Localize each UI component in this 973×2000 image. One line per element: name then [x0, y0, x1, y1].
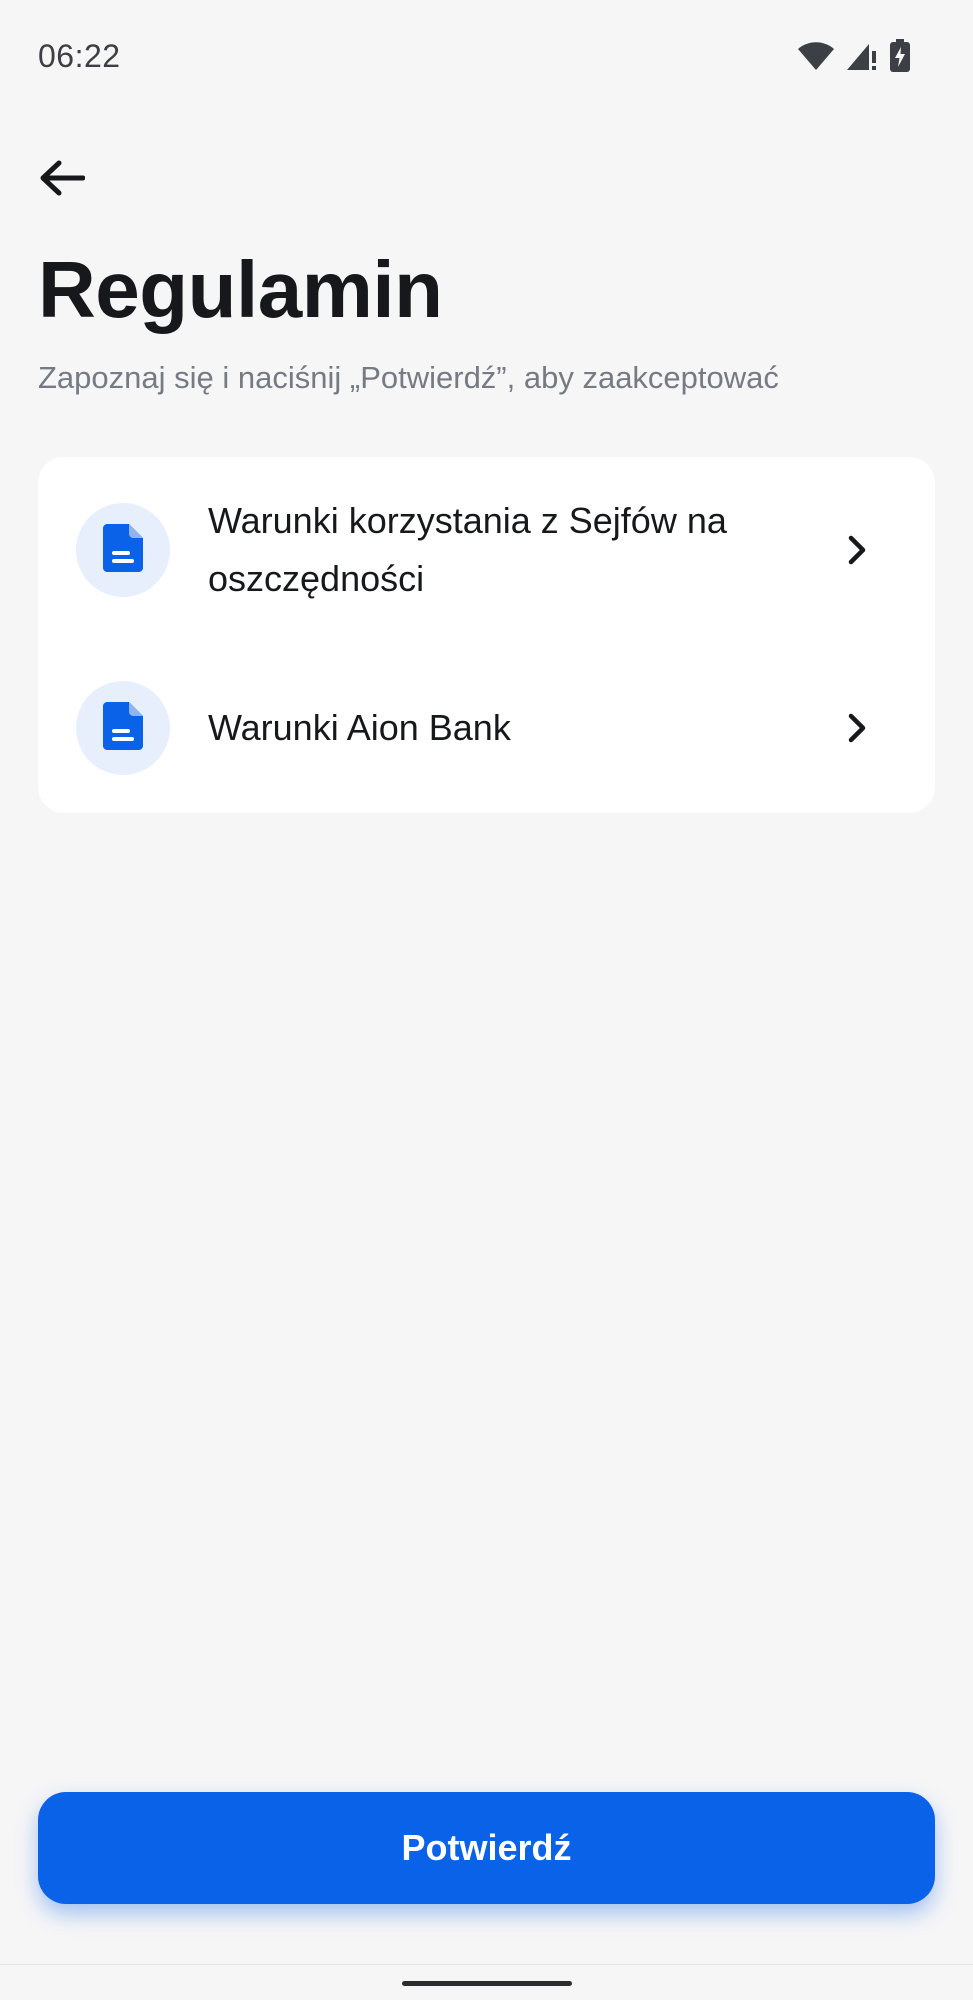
arrow-left-icon — [39, 160, 86, 201]
home-indicator[interactable] — [402, 1981, 572, 1986]
battery-charging-icon — [889, 38, 911, 78]
document-icon-badge — [76, 503, 170, 597]
terms-item-label: Warunki Aion Bank — [208, 707, 511, 748]
terms-card: Warunki korzystania z Sejfów na oszczędn… — [38, 457, 935, 813]
status-icons — [797, 38, 911, 78]
document-icon — [103, 523, 143, 577]
chevron-right-icon — [841, 534, 873, 566]
terms-item-aion-bank[interactable]: Warunki Aion Bank — [38, 643, 935, 813]
page-subtitle: Zapoznaj się i naciśnij „Potwierdź”, aby… — [38, 360, 779, 395]
page-title: Regulamin — [38, 245, 443, 334]
status-bar: 06:22 — [0, 0, 973, 110]
signal-icon — [845, 41, 879, 76]
chevron-right-icon — [841, 712, 873, 744]
wifi-icon — [797, 41, 835, 76]
document-icon-badge — [76, 681, 170, 775]
confirm-button[interactable]: Potwierdź — [38, 1792, 935, 1904]
bottom-divider — [0, 1964, 973, 1965]
back-button[interactable] — [30, 148, 94, 212]
terms-item-label: Warunki korzystania z Sejfów na oszczędn… — [208, 500, 727, 599]
status-time: 06:22 — [38, 38, 121, 74]
terms-item-savings-vaults[interactable]: Warunki korzystania z Sejfów na oszczędn… — [38, 457, 935, 643]
document-icon — [103, 701, 143, 755]
